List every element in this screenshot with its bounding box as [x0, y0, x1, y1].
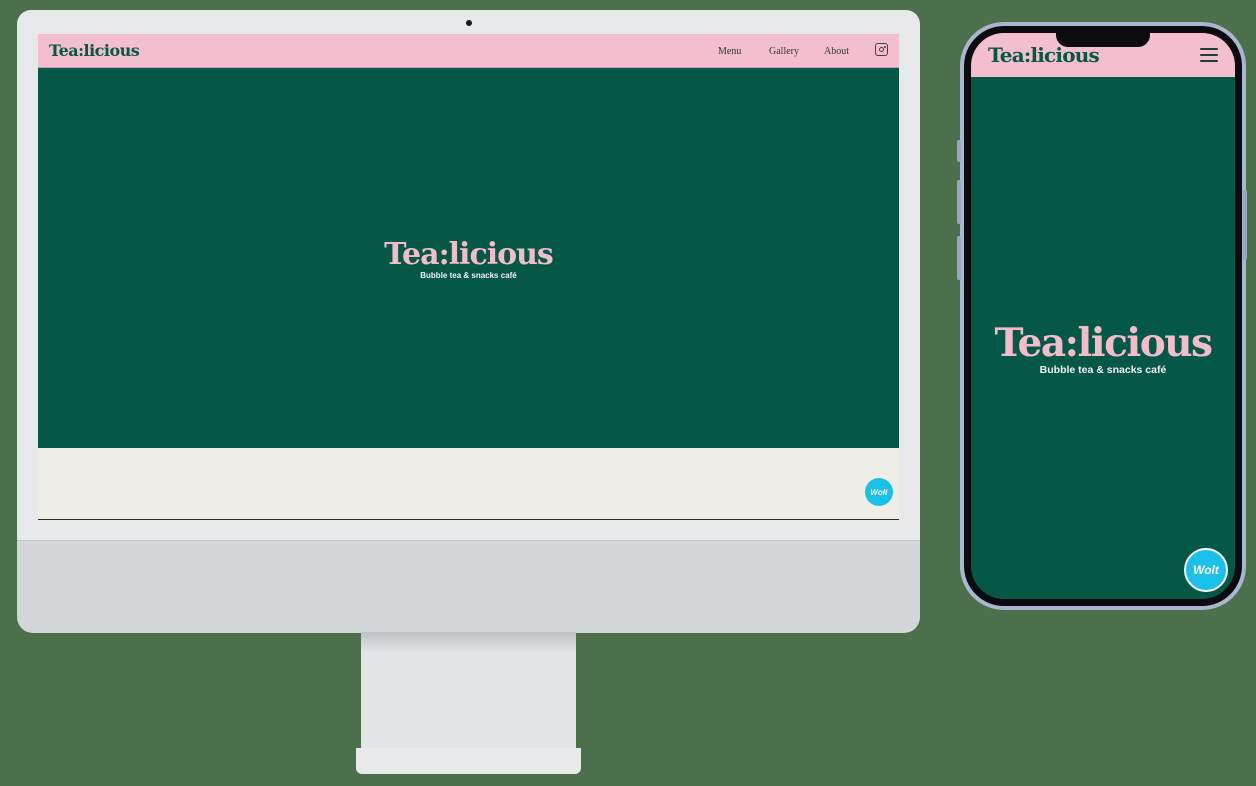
desktop-navbar: Tea:licious Menu Gallery About — [38, 34, 899, 68]
desktop-hero: Tea:licious Bubble tea & snacks café — [38, 68, 899, 448]
phone-side-button — [957, 140, 961, 162]
phone-notch — [1056, 33, 1150, 47]
phone-volume-up — [957, 180, 961, 224]
wolt-order-button[interactable]: Wolt — [865, 478, 893, 506]
phone-power-button — [1243, 190, 1247, 260]
monitor-stand — [361, 632, 576, 750]
nav-link-about[interactable]: About — [824, 46, 849, 57]
instagram-icon[interactable] — [875, 43, 888, 56]
nav-link-menu[interactable]: Menu — [718, 46, 741, 57]
hamburger-menu-icon[interactable] — [1200, 48, 1218, 62]
hero-title: Tea:licious — [384, 237, 554, 272]
desktop-logo[interactable]: Tea:licious — [49, 41, 140, 60]
camera-dot — [466, 20, 472, 26]
mobile-wolt-order-button[interactable]: Wolt — [1184, 548, 1228, 592]
mobile-website: Tea:licious Tea:licious Bubble tea & sna… — [971, 33, 1235, 599]
phone-volume-down — [957, 236, 961, 280]
monitor-chin — [17, 540, 920, 633]
monitor-foot — [356, 748, 581, 774]
mobile-hero-title: Tea:licious — [994, 320, 1213, 366]
desktop-website: Tea:licious Menu Gallery About Tea:licio… — [38, 34, 899, 520]
nav-link-gallery[interactable]: Gallery — [769, 46, 799, 57]
mobile-hero-subtitle: Bubble tea & snacks café — [1039, 364, 1167, 376]
hero-subtitle: Bubble tea & snacks café — [420, 271, 517, 280]
